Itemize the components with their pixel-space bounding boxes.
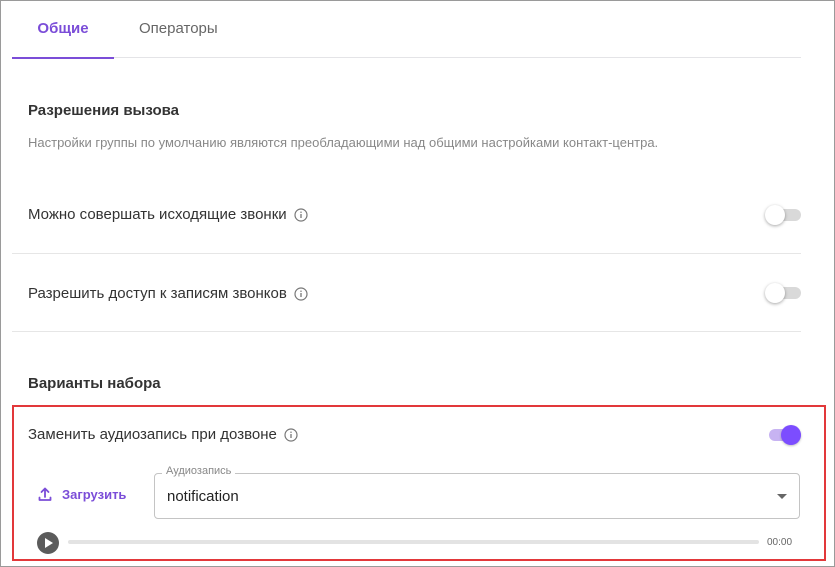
audio-select[interactable]: notification — [154, 473, 800, 519]
call-permissions-subtitle: Настройки группы по умолчанию являются п… — [28, 135, 659, 150]
upload-label: Загрузить — [62, 486, 127, 502]
tab-general[interactable]: Общие — [12, 1, 114, 59]
recordings-access-toggle[interactable] — [765, 282, 801, 304]
call-permissions-title: Разрешения вызова — [28, 102, 179, 119]
toggle-knob — [765, 283, 785, 303]
replace-audio-toggle[interactable] — [765, 424, 801, 446]
outgoing-calls-toggle[interactable] — [765, 204, 801, 226]
divider — [12, 331, 801, 332]
replace-audio-row: Заменить аудиозапись при дозвоне — [28, 426, 298, 443]
audio-select-value: notification — [167, 488, 239, 505]
audio-time: 00:00 — [767, 537, 793, 548]
info-icon[interactable] — [284, 427, 298, 442]
dial-options-title: Варианты набора — [28, 375, 161, 392]
tab-bar: Общие Операторы — [12, 1, 801, 59]
settings-panel: Общие Операторы Разрешения вызова Настро… — [0, 0, 835, 567]
play-icon[interactable] — [37, 532, 59, 554]
toggle-knob — [765, 205, 785, 225]
chevron-down-icon — [777, 494, 787, 499]
upload-icon — [38, 487, 52, 501]
divider — [12, 253, 801, 254]
replace-audio-label: Заменить аудиозапись при дозвоне — [28, 426, 277, 443]
info-icon[interactable] — [294, 207, 308, 222]
tab-operators[interactable]: Операторы — [139, 1, 218, 58]
recordings-access-row: Разрешить доступ к записям звонков — [28, 285, 308, 302]
audio-select-legend: Аудиозапись — [162, 465, 236, 477]
toggle-knob — [781, 425, 801, 445]
recordings-access-label: Разрешить доступ к записям звонков — [28, 285, 287, 302]
info-icon[interactable] — [294, 286, 308, 301]
upload-button[interactable]: Загрузить — [37, 486, 126, 502]
audio-progress-bar[interactable] — [68, 540, 759, 544]
outgoing-calls-row: Можно совершать исходящие звонки — [28, 206, 308, 223]
outgoing-calls-label: Можно совершать исходящие звонки — [28, 206, 287, 223]
